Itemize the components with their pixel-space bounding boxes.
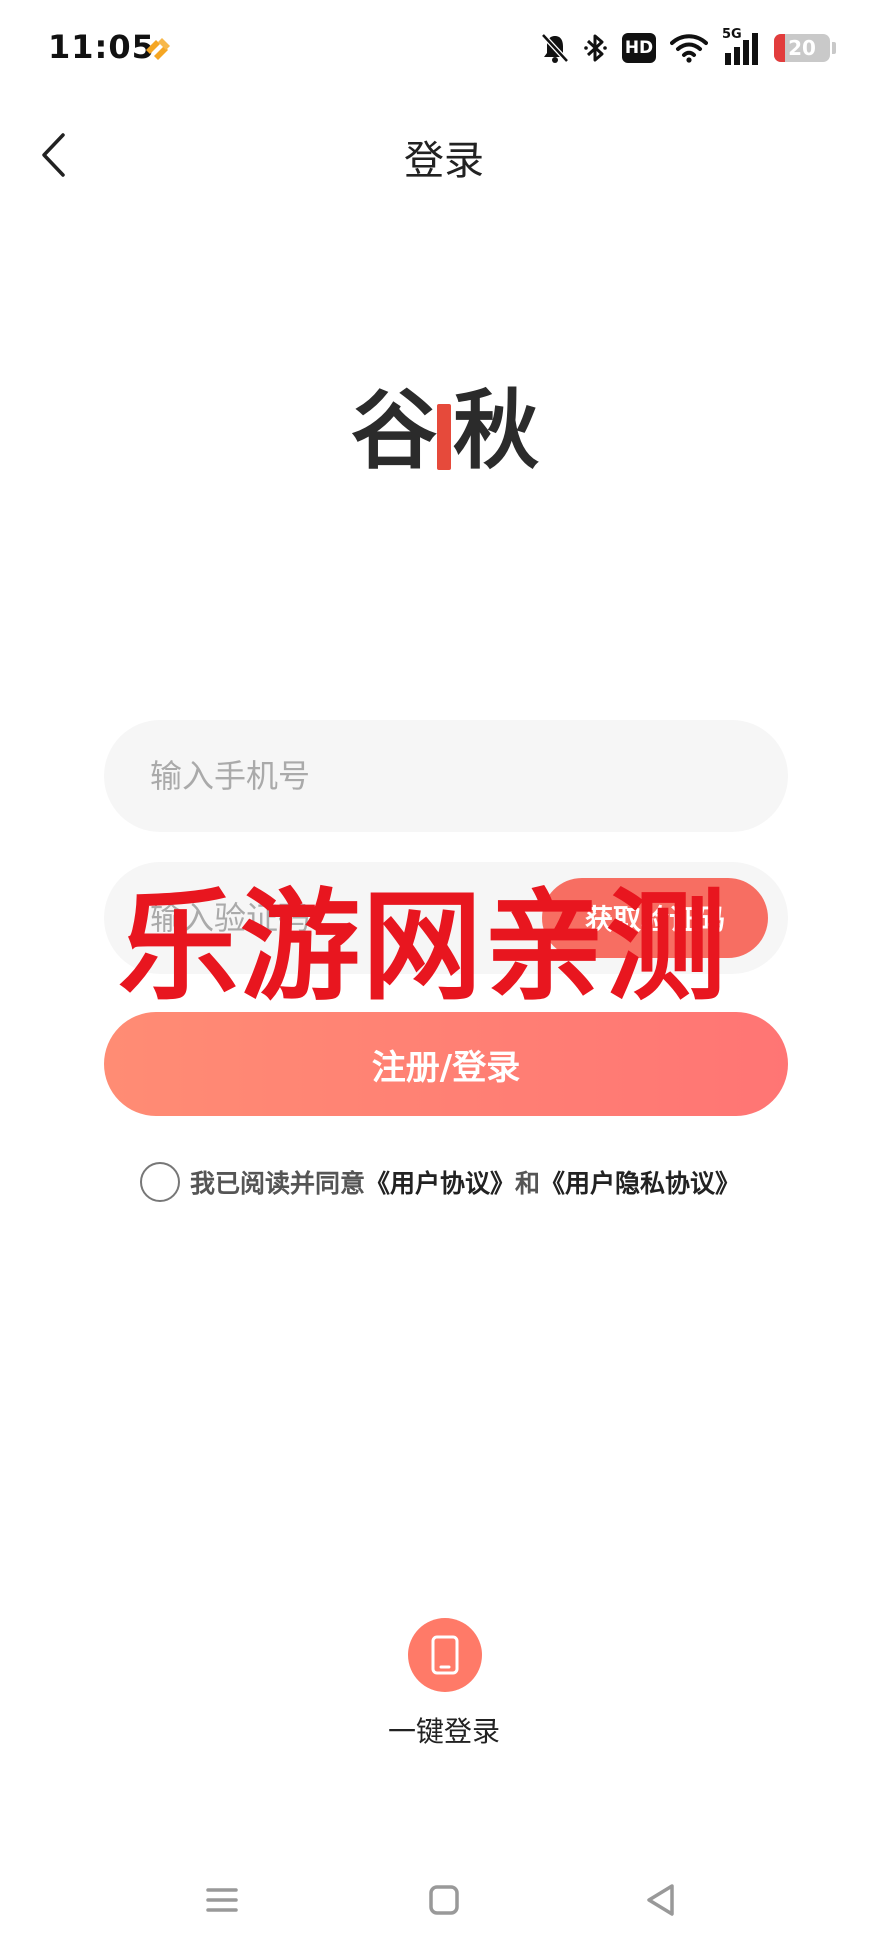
home-square-icon [429, 1885, 459, 1915]
code-input[interactable] [150, 862, 570, 974]
battery-cap [832, 42, 836, 54]
privacy-agreement-link[interactable]: 《用户隐私协议》 [540, 1164, 740, 1200]
page-title: 登录 [404, 138, 484, 184]
battery-icon: 20 [774, 34, 830, 62]
agree-checkbox[interactable] [140, 1162, 180, 1202]
nav-back-button[interactable] [630, 1870, 690, 1930]
nav-menu-button[interactable] [192, 1870, 252, 1930]
logo-accent-bar [437, 403, 451, 470]
app-logo: 谷秋 [0, 360, 888, 485]
phone-input[interactable] [150, 720, 570, 832]
signal-5g-icon: 5G [722, 27, 760, 65]
wifi-icon [670, 34, 708, 63]
status-time: 11:05 [48, 28, 155, 66]
back-triangle-icon [647, 1884, 674, 1916]
get-code-button[interactable]: 获取验证码 [542, 878, 768, 958]
code-field: 获取验证码 [104, 862, 788, 974]
app-logo-icon [146, 38, 170, 60]
header: 登录 [0, 110, 888, 200]
nav-home-button[interactable] [414, 1870, 474, 1930]
agreement-row: 我已阅读并同意 《用户协议》 和 《用户隐私协议》 [140, 1160, 740, 1204]
phone-icon [431, 1635, 459, 1675]
status-icons: HD 5G 20 [540, 27, 836, 68]
status-bar: 11:05 HD 5G 20 [0, 0, 888, 100]
onekey-login-button[interactable] [408, 1618, 482, 1692]
agreement-conjunction: 和 [515, 1169, 541, 1198]
bell-muted-icon [541, 33, 569, 63]
logo-text-right: 秋 [453, 381, 539, 481]
user-agreement-link[interactable]: 《用户协议》 [365, 1164, 515, 1200]
hd-icon: HD [622, 33, 656, 63]
menu-icon [206, 1888, 238, 1912]
agreement-prefix: 我已阅读并同意 [190, 1169, 366, 1198]
onekey-login-label: 一键登录 [387, 1715, 500, 1748]
bluetooth-icon [584, 34, 607, 62]
battery-fill [774, 34, 786, 62]
phone-field [104, 720, 788, 832]
register-login-button[interactable]: 注册/登录 [104, 1012, 788, 1116]
battery-text: 20 [788, 36, 816, 60]
logo-text-left: 谷 [351, 381, 437, 481]
system-nav-bar [0, 1870, 888, 1930]
